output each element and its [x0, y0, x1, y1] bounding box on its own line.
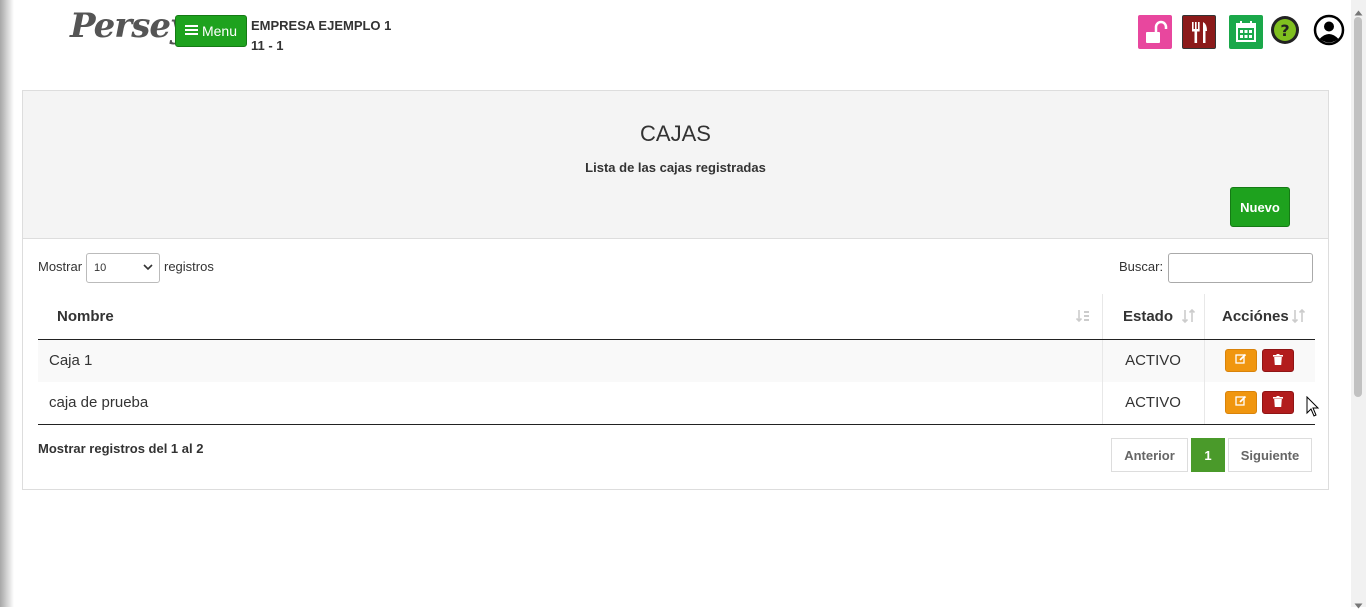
chevron-down-icon: [143, 262, 153, 272]
page-size-select[interactable]: 10: [86, 253, 160, 283]
menu-label: Menu: [201, 23, 238, 39]
column-divider: [1204, 382, 1205, 424]
trash-icon: [1273, 394, 1283, 412]
column-header-estado[interactable]: Estado: [1123, 294, 1173, 339]
cajas-card: CAJAS Lista de las cajas registradas Nue…: [22, 90, 1329, 490]
page-1-button[interactable]: 1: [1191, 438, 1225, 472]
page-subtitle: Lista de las cajas registradas: [585, 160, 766, 175]
menu-button[interactable]: Menu: [175, 15, 247, 47]
nuevo-button[interactable]: Nuevo: [1230, 187, 1290, 227]
edit-button[interactable]: [1225, 349, 1257, 372]
sort-both-icon[interactable]: [1180, 308, 1198, 329]
edit-button[interactable]: [1225, 391, 1257, 414]
scrollbar-thumb[interactable]: [1354, 17, 1362, 397]
hamburger-icon: [184, 23, 198, 39]
persey-logo: Persey: [70, 6, 190, 46]
restaurant-button[interactable]: [1182, 15, 1216, 49]
search-input[interactable]: [1168, 253, 1313, 283]
table-info: Mostrar registros del 1 al 2: [38, 441, 204, 456]
calendar-button[interactable]: [1229, 15, 1263, 49]
vertical-scrollbar[interactable]: [1351, 0, 1366, 609]
help-button[interactable]: ?: [1270, 15, 1300, 49]
table-row: caja de prueba ACTIVO: [38, 382, 1315, 425]
next-page-button[interactable]: Siguiente: [1228, 438, 1312, 472]
restaurant-icon: [1182, 15, 1216, 49]
delete-button[interactable]: [1262, 391, 1294, 414]
sort-asc-icon[interactable]: [1075, 308, 1091, 329]
page-title: CAJAS: [640, 121, 711, 146]
table-row: Caja 1 ACTIVO: [38, 340, 1315, 382]
card-header: CAJAS Lista de las cajas registradas Nue…: [23, 91, 1328, 239]
mouse-cursor-icon: [1306, 395, 1320, 423]
column-header-nombre[interactable]: Nombre: [57, 294, 114, 339]
user-account-icon: [1313, 14, 1345, 51]
column-divider: [1102, 294, 1103, 339]
company-name: EMPRESA EJEMPLO 1: [251, 18, 392, 33]
calendar-icon: [1229, 15, 1263, 49]
page-size-value: 10: [94, 262, 107, 274]
unlock-icon: [1138, 15, 1172, 49]
delete-button[interactable]: [1262, 349, 1294, 372]
sort-both-icon[interactable]: [1290, 308, 1308, 329]
search-label: Buscar:: [1119, 259, 1164, 274]
cell-estado: ACTIVO: [1125, 394, 1181, 411]
column-divider: [1204, 340, 1205, 382]
column-header-acciones[interactable]: Acciónes: [1222, 294, 1289, 339]
cell-estado: ACTIVO: [1125, 352, 1181, 369]
company-code: 11 - 1: [251, 38, 284, 53]
company-info: EMPRESA EJEMPLO 1 11 - 1: [251, 16, 391, 56]
user-account-button[interactable]: [1313, 14, 1345, 51]
unlock-button[interactable]: [1138, 15, 1172, 49]
records-label: registros: [164, 259, 214, 274]
scroll-down-icon[interactable]: [1354, 596, 1363, 614]
cell-nombre: caja de prueba: [49, 394, 149, 411]
help-icon: ?: [1270, 15, 1300, 50]
svg-text:?: ?: [1280, 21, 1289, 40]
previous-page-button[interactable]: Anterior: [1111, 438, 1188, 472]
cell-nombre: Caja 1: [49, 352, 93, 369]
column-divider: [1204, 294, 1205, 339]
left-edge-shadow: [0, 0, 14, 607]
edit-icon: [1235, 394, 1247, 412]
trash-icon: [1273, 352, 1283, 370]
edit-icon: [1235, 352, 1247, 370]
table-header: Nombre Estado Acciónes: [38, 294, 1315, 340]
show-label: Mostrar: [38, 259, 83, 274]
